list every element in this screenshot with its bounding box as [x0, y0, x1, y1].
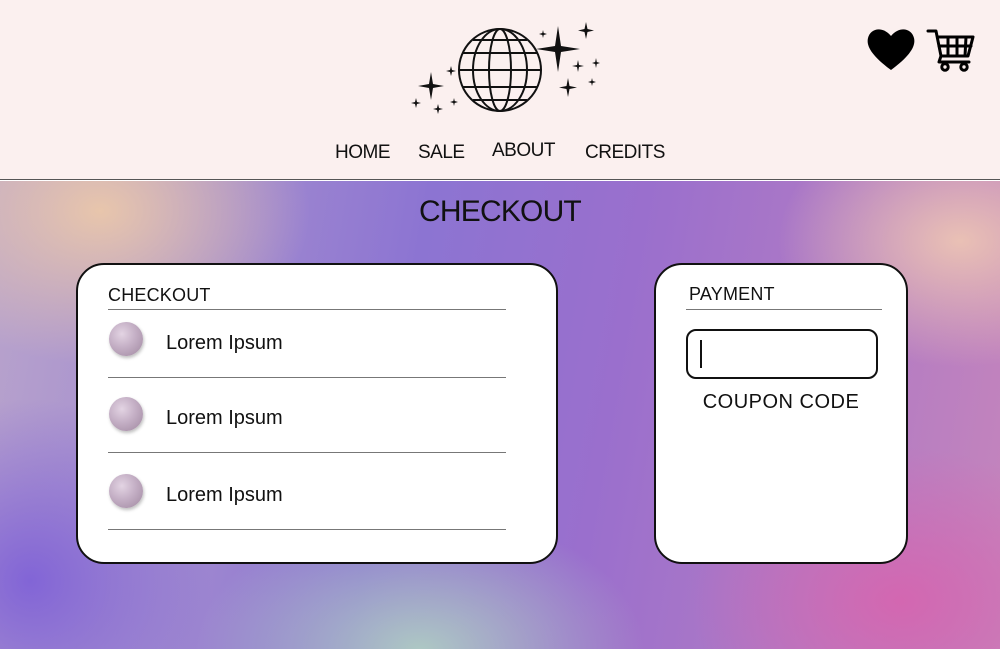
- nav-about-link[interactable]: ABOUT: [492, 140, 555, 162]
- item-thumbnail: [109, 474, 143, 508]
- shopping-cart-icon[interactable]: [926, 26, 976, 72]
- disco-globe-logo[interactable]: [410, 20, 610, 120]
- divider: [108, 377, 506, 378]
- coupon-code-input[interactable]: [686, 329, 878, 379]
- main-nav: HOME SALE ABOUT CREDITS: [0, 140, 1000, 166]
- checkout-heading: CHECKOUT: [108, 285, 211, 305]
- list-item[interactable]: Lorem Ipsum: [108, 322, 506, 382]
- heart-icon[interactable]: [866, 26, 916, 72]
- nav-credits-link[interactable]: CREDITS: [585, 142, 665, 164]
- item-label: Lorem Ipsum: [166, 332, 283, 354]
- site-header: HOME SALE ABOUT CREDITS: [0, 0, 1000, 180]
- list-item[interactable]: Lorem Ipsum: [108, 397, 506, 457]
- item-label: Lorem Ipsum: [166, 484, 283, 506]
- item-label: Lorem Ipsum: [166, 407, 283, 429]
- divider: [108, 529, 506, 530]
- divider: [108, 309, 506, 310]
- item-thumbnail: [109, 397, 143, 431]
- page-title: CHECKOUT: [419, 195, 582, 228]
- payment-heading: PAYMENT: [689, 284, 775, 304]
- checkout-panel: CHECKOUT Lorem Ipsum Lorem Ipsum Lorem I…: [76, 263, 558, 564]
- list-item[interactable]: Lorem Ipsum: [108, 474, 506, 534]
- divider: [108, 452, 506, 453]
- item-thumbnail: [109, 322, 143, 356]
- coupon-code-label: COUPON CODE: [702, 391, 860, 413]
- payment-panel: PAYMENT COUPON CODE: [654, 263, 908, 564]
- text-caret: [700, 340, 702, 368]
- nav-home-link[interactable]: HOME: [335, 142, 391, 164]
- divider: [686, 309, 882, 310]
- checkout-main: CHECKOUT CHECKOUT Lorem Ipsum Lorem Ipsu…: [0, 181, 1000, 649]
- nav-sale-link[interactable]: SALE: [418, 142, 465, 164]
